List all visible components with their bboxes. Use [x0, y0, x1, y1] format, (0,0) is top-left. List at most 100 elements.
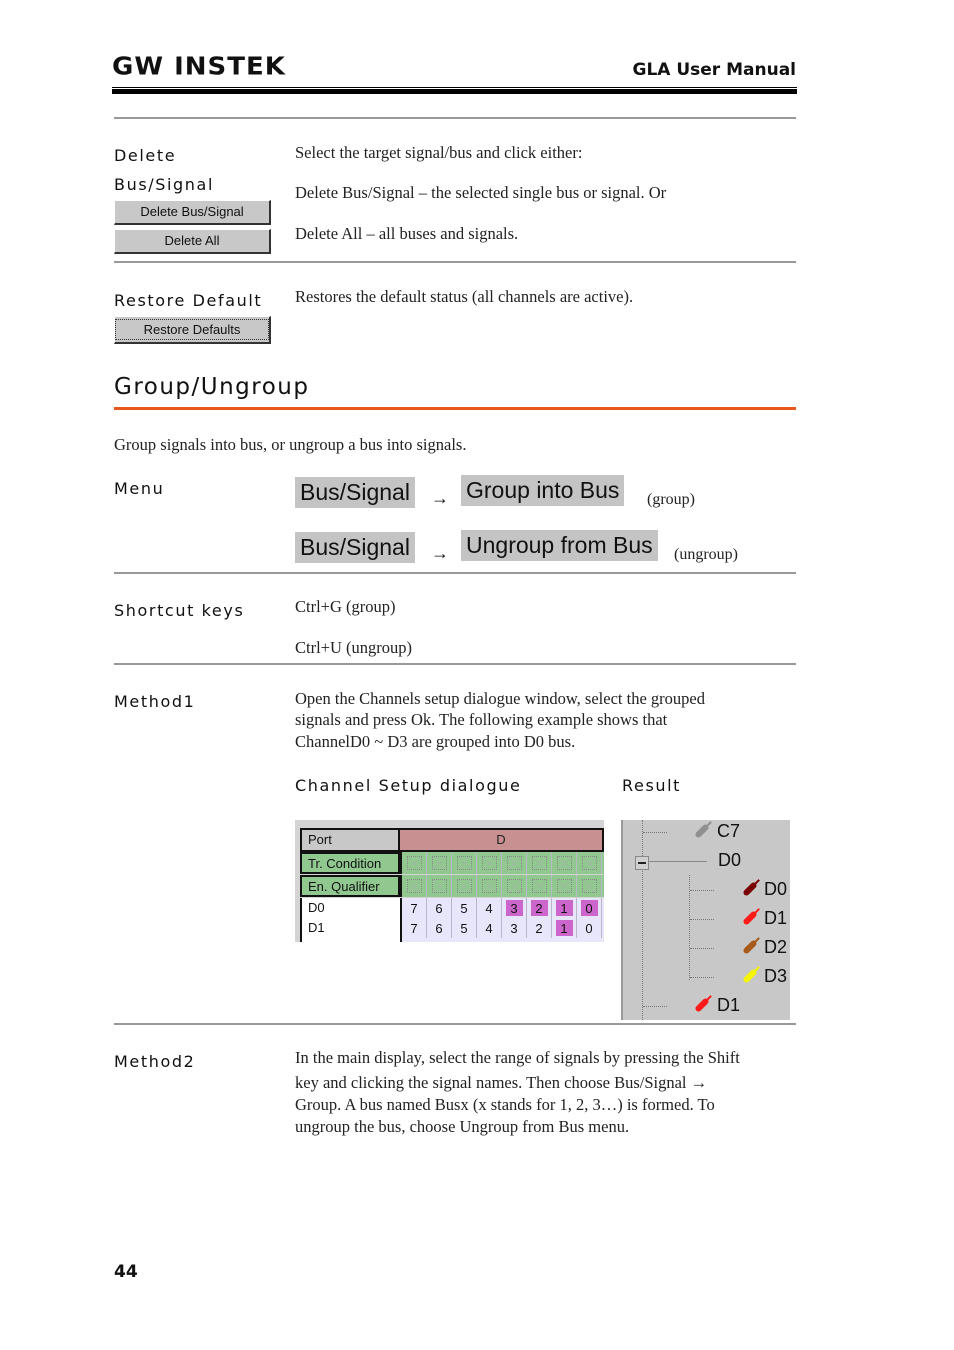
channel-bits: 7 6 5 43210: [400, 898, 604, 918]
gw-instek-logo: GW INSTEK: [112, 52, 286, 82]
dont-care-checkbox[interactable]: [406, 879, 422, 893]
bit-value: 4: [485, 900, 493, 916]
bit-cell[interactable]: 4: [477, 918, 502, 938]
delete-intro-text: Select the target signal/bus and click e…: [295, 143, 583, 162]
tree-line: [690, 890, 714, 891]
probe-icon: [742, 881, 758, 897]
bit-cell[interactable]: 7: [402, 898, 427, 918]
en-qualifier-cells: [400, 875, 604, 897]
tree-line: [690, 977, 714, 978]
bit-cell[interactable]: 3: [502, 918, 527, 938]
dont-care-checkbox[interactable]: [431, 879, 447, 893]
menu-ungroup-from-bus[interactable]: Ungroup from Bus: [461, 530, 658, 561]
result-signal-tree: C7 D0 D0 D1 D2 D3 D1: [621, 820, 790, 1020]
dont-care-checkbox[interactable]: [481, 879, 497, 893]
dont-care-checkbox[interactable]: [456, 879, 472, 893]
restore-default-text: Restores the default status (all channel…: [295, 287, 634, 306]
channel-row[interactable]: D1 7 6 5 4 3 2 1 0: [300, 918, 604, 938]
method2-line: key and clicking the signal names. Then …: [295, 1073, 708, 1092]
port-d-header[interactable]: D: [400, 828, 604, 852]
bit-value: 0: [585, 920, 593, 936]
bit-cell[interactable]: 6: [427, 898, 452, 918]
divider: [114, 1023, 796, 1025]
dont-care-checkbox[interactable]: [581, 879, 597, 893]
channel-name[interactable]: D0: [300, 898, 400, 918]
signal-node-label[interactable]: D1: [764, 908, 787, 929]
dont-care-checkbox[interactable]: [506, 856, 522, 870]
method1-line: signals and press Ok. The following exam…: [295, 710, 668, 729]
menu-bus-signal[interactable]: Bus/Signal: [295, 477, 415, 508]
dont-care-checkbox[interactable]: [406, 856, 422, 870]
en-qualifier-row: En. Qualifier: [300, 875, 604, 897]
restore-defaults-button[interactable]: Restore Defaults: [114, 316, 271, 344]
dont-care-checkbox[interactable]: [481, 856, 497, 870]
bit-value: 6: [435, 920, 443, 936]
menu-group-into-bus[interactable]: Group into Bus: [461, 475, 625, 506]
channel-setup-caption: Channel Setup dialogue: [295, 776, 522, 795]
dont-care-checkbox[interactable]: [456, 856, 472, 870]
signal-node-label[interactable]: D0: [764, 879, 787, 900]
bit-cell[interactable]: 6: [427, 918, 452, 938]
bit-cell[interactable]: 7: [402, 918, 427, 938]
probe-icon: [742, 968, 758, 984]
bus-node-label[interactable]: D0: [718, 850, 741, 871]
bit-cell[interactable]: 4: [477, 898, 502, 918]
tree-line: [690, 919, 714, 920]
method2-line: Group. A bus named Busx (x stands for 1,…: [295, 1095, 715, 1114]
section-title-rule: [114, 407, 796, 410]
page-number: 44: [114, 1262, 138, 1282]
bit-value: 2: [530, 900, 548, 916]
tree-line: [690, 948, 714, 949]
signal-node-label[interactable]: D3: [764, 966, 787, 987]
method2-line: In the main display, select the range of…: [295, 1048, 740, 1067]
bit-value: 7: [410, 900, 418, 916]
dont-care-checkbox[interactable]: [506, 879, 522, 893]
bit-cell-selected[interactable]: 1: [552, 918, 577, 938]
delete-label-line1: Delete: [114, 146, 177, 165]
delete-all-text: Delete All – all buses and signals.: [295, 224, 519, 243]
group-note: (group): [647, 491, 695, 508]
bit-cell-selected[interactable]: 1: [552, 898, 577, 918]
bit-value: 5: [460, 920, 468, 936]
bit-value: 6: [435, 900, 443, 916]
probe-icon: [694, 823, 710, 839]
tree-line: [649, 861, 707, 862]
signal-node-label[interactable]: C7: [717, 821, 740, 842]
signal-node-label[interactable]: D1: [717, 995, 740, 1016]
signal-node-label[interactable]: D2: [764, 937, 787, 958]
dont-care-checkbox[interactable]: [531, 879, 547, 893]
method2-line: ungroup the bus, choose Ungroup from Bus…: [295, 1117, 630, 1136]
bit-cell-selected[interactable]: 2: [527, 898, 552, 918]
menu-bus-signal[interactable]: Bus/Signal: [295, 532, 415, 563]
bit-cell[interactable]: 0: [577, 918, 602, 938]
dont-care-checkbox[interactable]: [431, 856, 447, 870]
dont-care-checkbox[interactable]: [556, 879, 572, 893]
bit-value: 2: [535, 920, 543, 936]
dont-care-checkbox[interactable]: [556, 856, 572, 870]
channel-row[interactable]: D0 7 6 5 4 3 2 1 0: [300, 898, 604, 918]
method1-line: Open the Channels setup dialogue window,…: [295, 689, 705, 708]
bit-cell[interactable]: 2: [527, 918, 552, 938]
menu-label: Menu: [114, 479, 165, 498]
bit-value: 0: [580, 900, 598, 916]
tr-condition-cells: [400, 852, 604, 874]
channel-name[interactable]: D1: [300, 918, 400, 938]
bit-cell[interactable]: 5: [452, 918, 477, 938]
collapse-icon[interactable]: [635, 856, 649, 870]
header-rule-thin: [112, 87, 797, 88]
delete-bus-signal-button-label: Delete Bus/Signal: [140, 204, 244, 219]
shortcut-ungroup: Ctrl+U (ungroup): [295, 638, 412, 657]
bit-cell[interactable]: 5: [452, 898, 477, 918]
channel-row-cutoff: [300, 938, 604, 942]
delete-all-button[interactable]: Delete All: [114, 229, 271, 254]
divider: [114, 117, 796, 119]
divider: [114, 261, 796, 263]
dont-care-checkbox[interactable]: [581, 856, 597, 870]
delete-bus-signal-button[interactable]: Delete Bus/Signal: [114, 200, 271, 225]
divider: [114, 663, 796, 665]
divider: [114, 572, 796, 574]
dont-care-checkbox[interactable]: [531, 856, 547, 870]
bit-cell-selected[interactable]: 0: [577, 898, 602, 918]
bit-cell-selected[interactable]: 3: [502, 898, 527, 918]
tr-condition-label: Tr. Condition: [300, 852, 400, 874]
